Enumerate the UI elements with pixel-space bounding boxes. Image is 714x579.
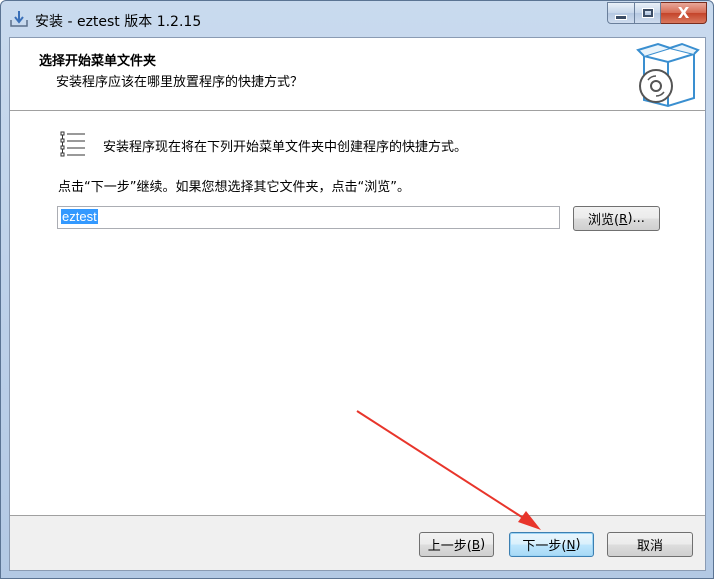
back-button[interactable]: 上一步(B) <box>419 532 494 557</box>
back-accel: B <box>471 537 481 552</box>
minimize-button[interactable] <box>607 2 635 24</box>
next-suffix: ) <box>575 537 581 552</box>
installer-download-icon <box>10 11 28 27</box>
maximize-icon <box>642 9 653 17</box>
start-menu-folder-input[interactable]: eztest <box>57 206 560 229</box>
page-title: 选择开始菜单文件夹 <box>39 54 157 69</box>
cancel-label: 取消 <box>636 539 663 554</box>
next-button[interactable]: 下一步(N) <box>509 532 594 557</box>
browse-suffix: )... <box>627 211 645 226</box>
cancel-button[interactable]: 取消 <box>607 532 693 557</box>
software-box-cd-icon <box>636 42 700 108</box>
installer-window: 安装 - eztest 版本 1.2.15 X 选择开始菜单文件夹 安装程序应该… <box>0 0 714 579</box>
page-subtitle: 安装程序应该在哪里放置程序的快捷方式？ <box>56 75 304 90</box>
instruction-text: 点击“下一步”继续。如果您想选择其它文件夹，点击“浏览”。 <box>58 180 410 195</box>
back-suffix: ) <box>480 537 486 552</box>
back-label: 上一步( <box>427 539 472 554</box>
close-icon: X <box>677 4 690 22</box>
folder-input-value: eztest <box>61 209 98 224</box>
title-bar[interactable]: 安装 - eztest 版本 1.2.15 X <box>1 1 713 37</box>
close-button[interactable]: X <box>661 2 707 24</box>
maximize-button[interactable] <box>635 2 661 24</box>
window-title: 安装 - eztest 版本 1.2.15 <box>35 14 202 30</box>
next-label: 下一步( <box>522 539 567 554</box>
browse-label: 浏览( <box>588 213 620 228</box>
browse-accel: R <box>619 211 628 226</box>
minimize-icon <box>615 14 627 20</box>
wizard-header: 选择开始菜单文件夹 安装程序应该在哪里放置程序的快捷方式？ <box>10 38 705 111</box>
wizard-footer: 上一步(B) 下一步(N) 取消 <box>10 515 705 570</box>
browse-button[interactable]: 浏览(R)... <box>573 206 660 231</box>
wizard-body: 安装程序现在将在下列开始菜单文件夹中创建程序的快捷方式。 点击“下一步”继续。如… <box>10 112 705 514</box>
next-accel: N <box>566 537 576 552</box>
wizard-client-area: 选择开始菜单文件夹 安装程序应该在哪里放置程序的快捷方式？ 安装程序现在将在下列… <box>9 37 706 571</box>
folder-description: 安装程序现在将在下列开始菜单文件夹中创建程序的快捷方式。 <box>103 140 468 155</box>
window-controls: X <box>607 2 707 24</box>
start-menu-folder-list-icon <box>60 131 85 157</box>
